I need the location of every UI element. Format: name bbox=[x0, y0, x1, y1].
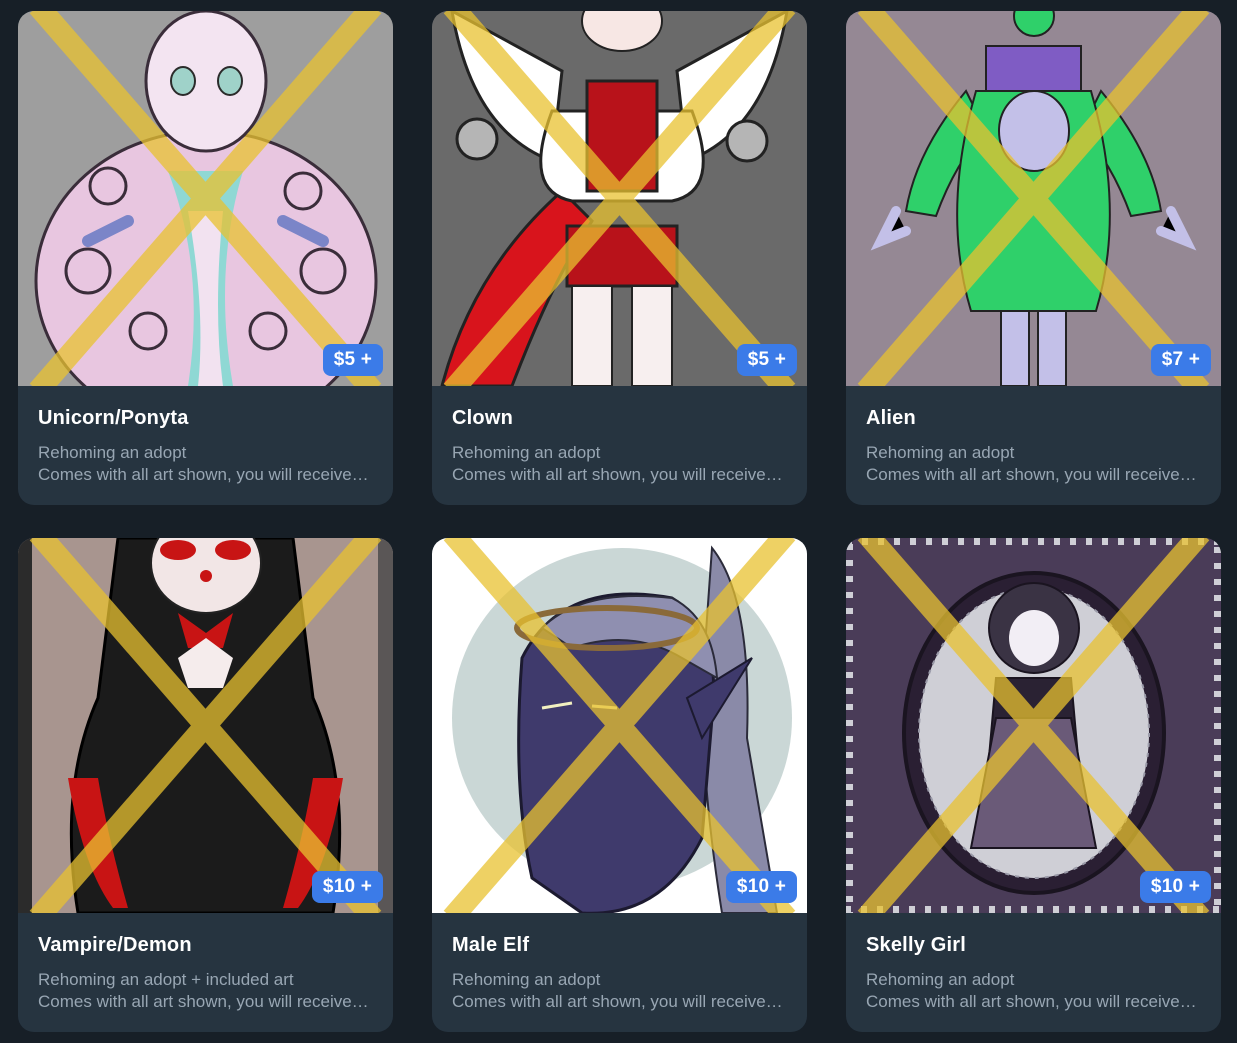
character-art-alien bbox=[846, 11, 1221, 386]
character-art-vampire bbox=[18, 538, 393, 913]
listing-info: Clown Rehoming an adopt Comes with all a… bbox=[432, 386, 807, 505]
listing-subtitle: Rehoming an adopt + included art bbox=[38, 970, 294, 989]
listing-title[interactable]: Vampire/Demon bbox=[38, 934, 373, 957]
listing-info: Male Elf Rehoming an adopt Comes with al… bbox=[432, 913, 807, 1032]
listing-image[interactable]: $5 + bbox=[18, 11, 393, 386]
character-art-unicorn bbox=[18, 11, 393, 386]
listing-title[interactable]: Unicorn/Ponyta bbox=[38, 407, 373, 430]
listing-card-clown[interactable]: $5 + Clown Rehoming an adopt Comes with … bbox=[432, 11, 807, 505]
listing-title[interactable]: Male Elf bbox=[452, 934, 787, 957]
listing-description: Comes with all art shown, you will recei… bbox=[38, 465, 373, 484]
listing-info: Unicorn/Ponyta Rehoming an adopt Comes w… bbox=[18, 386, 393, 505]
listing-card-vampire-demon[interactable]: $10 + Vampire/Demon Rehoming an adopt + … bbox=[18, 538, 393, 1032]
listing-image[interactable]: $10 + bbox=[846, 538, 1221, 913]
listing-image[interactable]: $10 + bbox=[432, 538, 807, 913]
listing-card-male-elf[interactable]: $10 + Male Elf Rehoming an adopt Comes w… bbox=[432, 538, 807, 1032]
price-badge: $10 + bbox=[1139, 871, 1211, 903]
price-badge: $10 + bbox=[311, 871, 383, 903]
listing-image[interactable]: $7 + bbox=[846, 11, 1221, 386]
listing-description: Comes with all art shown, you will recei… bbox=[866, 992, 1201, 1011]
listing-description: Comes with all art shown, you will recei… bbox=[452, 992, 787, 1011]
listing-info: Vampire/Demon Rehoming an adopt + includ… bbox=[18, 913, 393, 1032]
price-badge: $5 + bbox=[322, 344, 383, 376]
listing-subtitle: Rehoming an adopt bbox=[452, 443, 601, 462]
listing-description: Comes with all art shown, you will recei… bbox=[452, 465, 787, 484]
listing-description: Comes with all art shown, you will recei… bbox=[866, 465, 1201, 484]
listing-title[interactable]: Skelly Girl bbox=[866, 934, 1201, 957]
character-art-skelly bbox=[846, 538, 1221, 913]
listing-subtitle: Rehoming an adopt bbox=[38, 443, 187, 462]
character-art-elf bbox=[432, 538, 807, 913]
listing-grid: $5 + Unicorn/Ponyta Rehoming an adopt Co… bbox=[0, 0, 1237, 1043]
listing-info: Alien Rehoming an adopt Comes with all a… bbox=[846, 386, 1221, 505]
listing-image[interactable]: $10 + bbox=[18, 538, 393, 913]
listing-subtitle: Rehoming an adopt bbox=[866, 970, 1015, 989]
listing-subtitle: Rehoming an adopt bbox=[452, 970, 601, 989]
listing-card-skelly-girl[interactable]: $10 + Skelly Girl Rehoming an adopt Come… bbox=[846, 538, 1221, 1032]
listing-card-alien[interactable]: $7 + Alien Rehoming an adopt Comes with … bbox=[846, 11, 1221, 505]
price-badge: $10 + bbox=[725, 871, 797, 903]
listing-card-unicorn-ponyta[interactable]: $5 + Unicorn/Ponyta Rehoming an adopt Co… bbox=[18, 11, 393, 505]
listing-image[interactable]: $5 + bbox=[432, 11, 807, 386]
listing-title[interactable]: Clown bbox=[452, 407, 787, 430]
character-art-clown bbox=[432, 11, 807, 386]
listing-title[interactable]: Alien bbox=[866, 407, 1201, 430]
listing-subtitle: Rehoming an adopt bbox=[866, 443, 1015, 462]
listing-info: Skelly Girl Rehoming an adopt Comes with… bbox=[846, 913, 1221, 1032]
price-badge: $5 + bbox=[736, 344, 797, 376]
listing-description: Comes with all art shown, you will recei… bbox=[38, 992, 373, 1011]
price-badge: $7 + bbox=[1150, 344, 1211, 376]
